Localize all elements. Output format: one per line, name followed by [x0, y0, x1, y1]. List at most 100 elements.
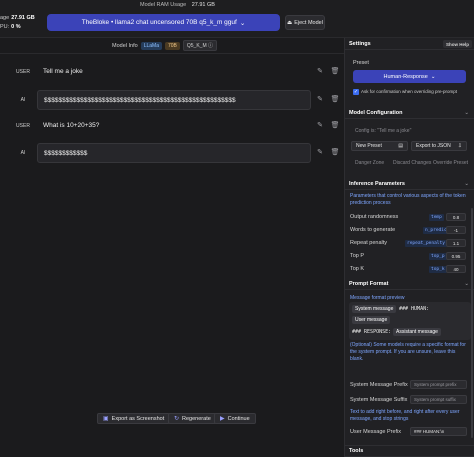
user-prefix-input[interactable]: ### HUMAN:\n [410, 427, 467, 436]
quant-badge: Q5_K_M ⓘ [182, 40, 218, 51]
optional-note: (Optional) Some models require a specifi… [350, 342, 466, 362]
export-label: Export as Screenshot [111, 415, 165, 422]
response-tag: ### RESPONSE: [352, 329, 392, 335]
regenerate-label: Regenerate [182, 415, 211, 422]
export-json-label: Export to JSON [416, 143, 451, 149]
param-tag: repeat_penalty [405, 240, 447, 247]
file-icon: ▤ [398, 143, 403, 149]
tools-title: Tools [349, 448, 364, 454]
top-p-input[interactable]: 0.95 [446, 252, 466, 260]
repeat-penalty-input[interactable]: 1.1 [446, 239, 466, 247]
eject-model-button[interactable]: ⏏ Eject Model [285, 15, 325, 30]
format-preview: System message ### HUMAN: User message #… [349, 302, 471, 340]
edit-icon[interactable]: ✎ [316, 148, 324, 156]
message-text: Tell me a joke [43, 68, 83, 75]
model-name: TheBloke • llama2 chat uncensored 70B q5… [81, 19, 237, 26]
message-text: What is 10+20+35? [43, 122, 100, 129]
play-icon: ▶ [220, 416, 225, 422]
resource-stats: age 27.91 GB PU: 0 % [0, 14, 35, 32]
chevron-down-icon: ⌄ [464, 180, 469, 187]
preview-label: Message format preview [350, 295, 405, 301]
system-message-chip: System message [352, 305, 397, 313]
message-role: AI [20, 150, 26, 156]
edit-icon[interactable]: ✎ [316, 67, 324, 75]
confirm-label: Ask for confirmation when overriding pre… [361, 89, 458, 94]
model-info-bar: Model Info LLaMa 70B Q5_K_M ⓘ [112, 40, 218, 51]
prompt-format-header[interactable]: Prompt Format ⌄ [345, 278, 474, 290]
system-suffix-input[interactable]: System prompt suffix [410, 395, 467, 404]
settings-sidebar: Settings Show Help Preset Human-Response… [344, 38, 474, 457]
param-tag: top_p [429, 253, 447, 260]
system-prefix-label: System Message Prefix [350, 382, 408, 388]
edit-icon[interactable]: ✎ [316, 95, 324, 103]
sidebar-scrollbar[interactable] [471, 208, 473, 438]
divider [0, 53, 344, 54]
danger-zone-label: Danger Zone [355, 160, 385, 166]
preset-value: Human-Response [383, 73, 428, 80]
model-config-header[interactable]: Model Configuration ⌄ [345, 107, 474, 119]
cpu-label: PU: [0, 24, 10, 30]
trash-icon[interactable]: 🗑 [331, 67, 340, 75]
chevron-down-icon: ⌄ [239, 19, 246, 27]
continue-label: Continue [227, 415, 250, 422]
settings-header: Settings Show Help [345, 38, 474, 50]
new-preset-button[interactable]: New Preset ▤ [351, 141, 408, 151]
param-label: Top P [350, 253, 365, 259]
message-text: $$$$$$$$$$$$ [37, 143, 311, 163]
user-prefix-label: User Message Prefix [350, 429, 402, 435]
edit-icon[interactable]: ✎ [316, 121, 324, 129]
n-predict-input[interactable]: -1 [446, 226, 466, 234]
eject-icon: ⏏ [287, 19, 293, 26]
confirm-checkbox[interactable]: ✓ [353, 89, 359, 95]
user-message-chip: User message [352, 316, 391, 324]
download-icon: ⇩ [457, 143, 462, 149]
export-screenshot-button[interactable]: ▣ Export as Screenshot [97, 413, 171, 424]
top-k-input[interactable]: 40 [446, 265, 466, 273]
message-role: USER [16, 123, 30, 129]
inference-title: Inference Parameters [349, 180, 405, 187]
memory-value: 27.91 GB [11, 15, 35, 21]
ram-usage-value: 27.91 GB [191, 2, 215, 8]
param-tag: temp [429, 214, 444, 221]
message-role: AI [20, 97, 26, 103]
trash-icon[interactable]: 🗑 [331, 148, 340, 156]
info-icon: ⓘ [208, 43, 214, 49]
chevron-down-icon: ⌄ [464, 109, 469, 116]
trash-icon[interactable]: 🗑 [331, 95, 340, 103]
user-note: Text to add right before, and right afte… [350, 409, 460, 422]
new-preset-label: New Preset [356, 143, 382, 149]
size-badge: 70B [164, 41, 180, 50]
param-label: Words to generate [350, 227, 396, 233]
trash-icon[interactable]: 🗑 [331, 121, 340, 129]
arch-badge: LLaMa [140, 41, 162, 50]
prompt-format-title: Prompt Format [349, 280, 389, 287]
override-preset-button[interactable]: Override Preset [433, 160, 468, 166]
chevron-down-icon: ⌄ [464, 280, 469, 287]
memory-label: age [0, 15, 10, 21]
inference-header[interactable]: Inference Parameters ⌄ [345, 178, 474, 190]
param-label: Output randomness [350, 214, 399, 220]
export-json-button[interactable]: Export to JSON ⇩ [411, 141, 467, 151]
tools-header[interactable]: Tools [345, 445, 474, 457]
param-label: Top K [350, 266, 365, 272]
model-selector[interactable]: TheBloke • llama2 chat uncensored 70B q5… [47, 14, 280, 31]
discard-changes-button[interactable]: Discard Changes [393, 160, 431, 166]
show-help-button[interactable]: Show Help [442, 40, 472, 48]
quant-label: Q5_K_M [186, 43, 207, 49]
settings-title: Settings [349, 40, 371, 47]
chat-actions: ▣ Export as Screenshot ↻ Regenerate ▶ Co… [0, 413, 344, 433]
system-prefix-input[interactable]: System prompt prefix [410, 380, 467, 389]
config-hint: Config is: "Tell me a joke" [355, 128, 412, 134]
top-bar: Model RAM Usage 27.91 GB age 27.91 GB PU:… [0, 0, 474, 38]
refresh-icon: ↻ [174, 416, 180, 422]
human-tag: ### HUMAN: [399, 306, 430, 312]
preset-selector[interactable]: Human-Response ⌄ [353, 70, 466, 83]
continue-button[interactable]: ▶ Continue [214, 413, 256, 424]
temp-input[interactable]: 0.8 [446, 213, 466, 221]
camera-icon: ▣ [103, 416, 109, 422]
inference-description: Parameters that control various aspects … [350, 193, 466, 206]
chevron-down-icon: ⌄ [430, 73, 436, 80]
ram-usage: Model RAM Usage 27.91 GB [140, 2, 215, 8]
regenerate-button[interactable]: ↻ Regenerate [168, 413, 217, 424]
preset-label: Preset [353, 60, 369, 66]
